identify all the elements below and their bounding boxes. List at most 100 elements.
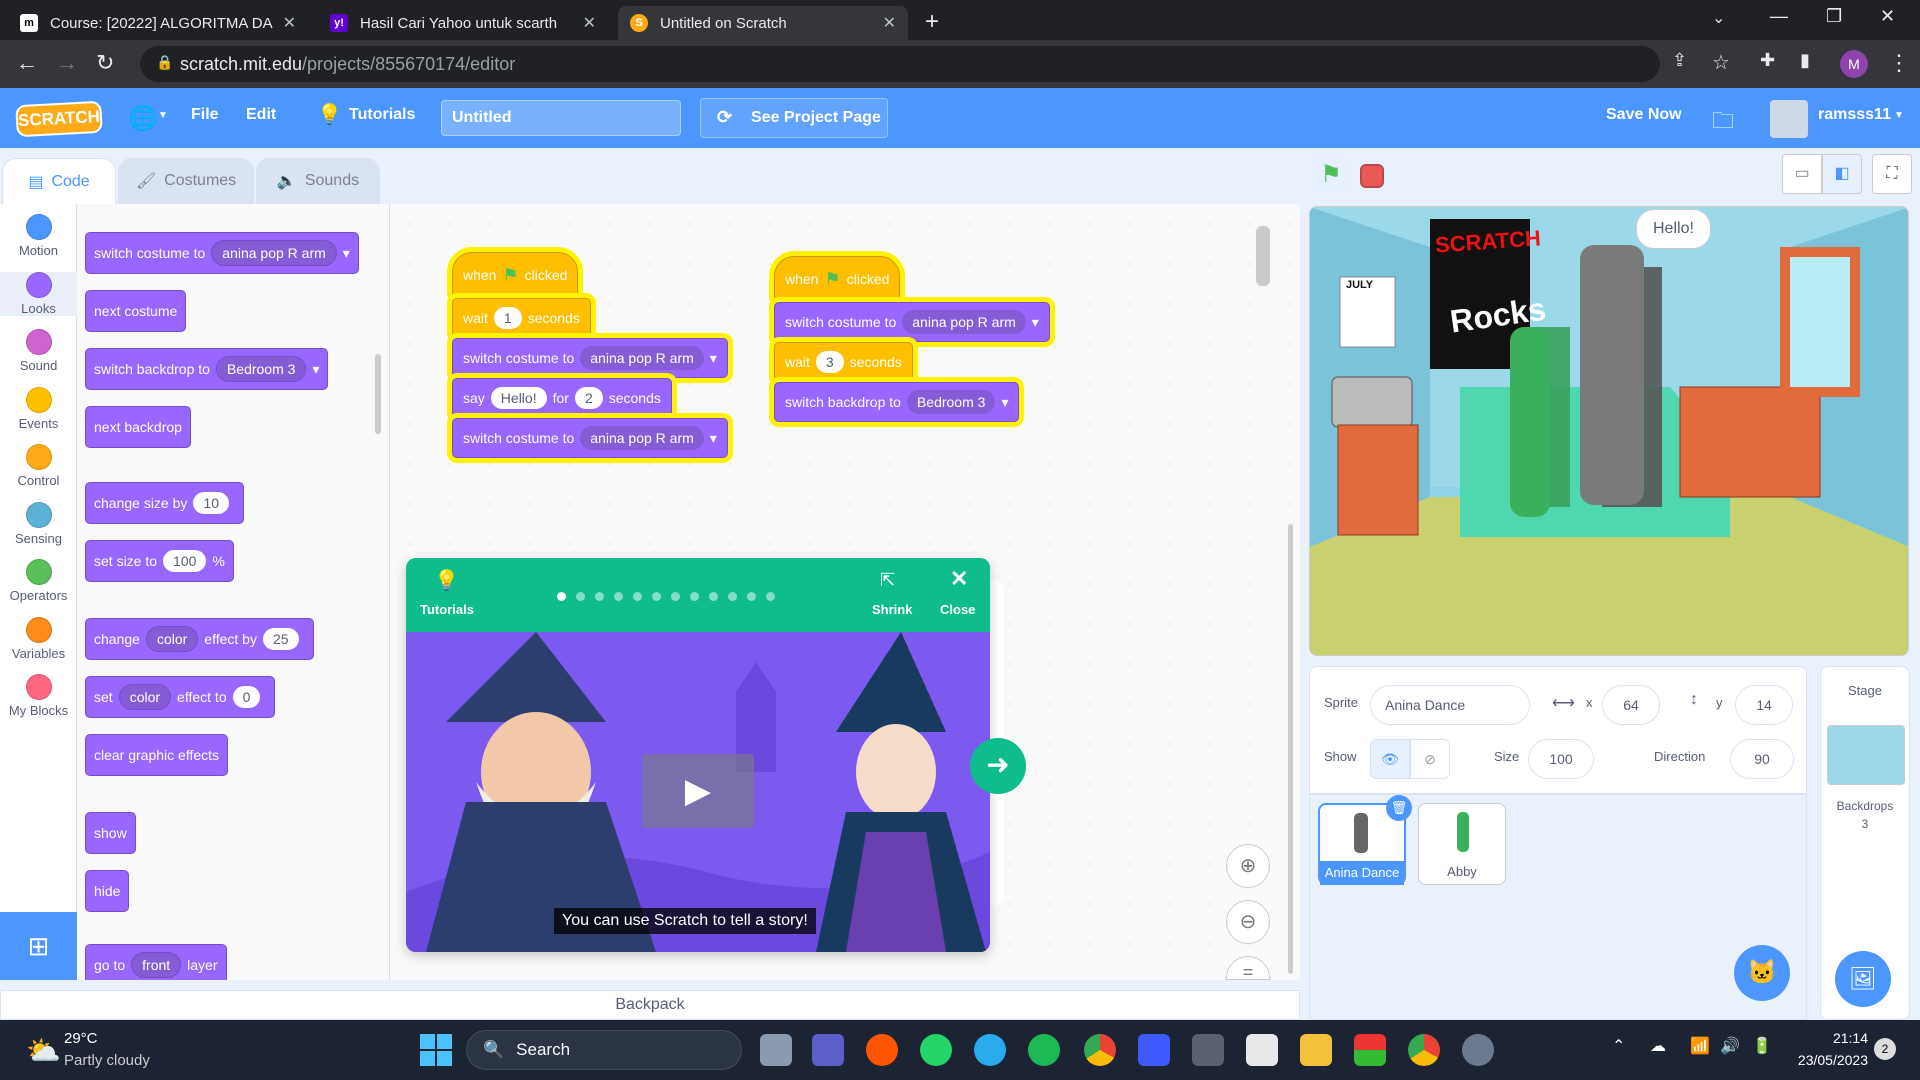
x-input[interactable]: 64 [1602, 685, 1660, 725]
task-view-icon[interactable] [760, 1034, 792, 1066]
zoom-out-button[interactable]: ⊖ [1226, 900, 1270, 944]
file-explorer-icon[interactable] [1300, 1034, 1332, 1066]
scratch-logo[interactable]: SCRATCH [15, 100, 103, 138]
username[interactable]: ramsss11 [1818, 106, 1891, 124]
weather-temp[interactable]: 29°C [64, 1030, 98, 1047]
effect-change-input[interactable]: 25 [262, 628, 299, 650]
app-icon[interactable] [1138, 1034, 1170, 1066]
effect-dropdown[interactable]: color [145, 626, 199, 652]
layer-dropdown[interactable]: front [131, 952, 182, 978]
say-secs-input[interactable]: 2 [574, 387, 603, 409]
file-menu[interactable]: File [191, 106, 219, 124]
clock-time[interactable]: 21:14 [1790, 1030, 1868, 1046]
progress-dot[interactable] [652, 592, 661, 601]
backdrop-dropdown[interactable]: Bedroom 3 [906, 390, 996, 414]
tab-sounds[interactable]: 🔈 Sounds [256, 158, 380, 204]
project-title-input[interactable]: Untitled [441, 100, 681, 136]
stop-button[interactable] [1360, 164, 1384, 188]
progress-dot[interactable] [671, 592, 680, 601]
block-wait[interactable]: wait 1 seconds [452, 298, 591, 338]
shrink-button[interactable]: Shrink [872, 602, 912, 617]
backdrop-dropdown[interactable]: Bedroom 3 [215, 356, 307, 382]
block-next-costume[interactable]: next costume [85, 290, 187, 332]
costume-dropdown[interactable]: anina pop R arm [580, 426, 704, 450]
progress-dot[interactable] [766, 592, 775, 601]
block-show[interactable]: show [85, 812, 136, 854]
see-project-page-button[interactable]: ⟳ See Project Page [700, 98, 888, 138]
y-input[interactable]: 14 [1735, 685, 1793, 725]
green-flag-button[interactable]: ⚑ [1312, 156, 1350, 194]
block-switch-backdrop[interactable]: switch backdrop to Bedroom 3 ▾ [774, 382, 1020, 422]
tutorial-next-button[interactable]: ➜ [970, 738, 1026, 794]
extensions-icon[interactable]: ✚ [1760, 50, 1775, 71]
category-looks[interactable]: Looks [0, 271, 77, 316]
block-set-effect[interactable]: set color effect to 0 [85, 676, 276, 718]
url-input[interactable]: 🔒 scratch.mit.edu/projects/855670174/edi… [140, 46, 1660, 82]
progress-dot[interactable] [576, 592, 585, 601]
language-globe-icon[interactable]: 🌐 [128, 104, 158, 133]
show-visible-button[interactable]: 👁 [1370, 739, 1410, 779]
choose-sprite-button[interactable]: 🐱 [1734, 945, 1790, 1001]
close-button[interactable]: Close [940, 602, 975, 617]
stage-selector[interactable]: Stage Backdrops 3 🖼 [1820, 666, 1910, 1020]
block-wait[interactable]: wait 3 seconds [774, 342, 913, 382]
progress-dot[interactable] [709, 592, 718, 601]
show-hidden-button[interactable]: ⊘ [1410, 739, 1450, 779]
sidepanel-icon[interactable]: ▮ [1800, 50, 1810, 71]
block-hide[interactable]: hide [85, 870, 130, 912]
sprite-name-input[interactable]: Anina Dance [1370, 685, 1530, 725]
progress-dot[interactable] [690, 592, 699, 601]
add-extension-button[interactable]: ⊞ [0, 912, 77, 980]
backpack-bar[interactable]: Backpack [0, 990, 1300, 1020]
large-stage-button[interactable]: ◧ [1822, 154, 1862, 194]
block-change-effect[interactable]: change color effect by 25 [85, 618, 314, 660]
tab-scratch[interactable]: S Untitled on Scratch ✕ [618, 6, 908, 40]
play-video-button[interactable]: ▶ [642, 754, 754, 828]
bookmark-star-icon[interactable]: ☆ [1712, 50, 1730, 75]
window-close-icon[interactable]: ✕ [1880, 6, 1895, 27]
tray-chevron-icon[interactable]: ⌃ [1612, 1036, 1625, 1056]
whatsapp-icon[interactable] [920, 1034, 952, 1066]
forward-icon[interactable]: → [56, 50, 78, 76]
back-icon[interactable]: ← [16, 50, 38, 76]
block-change-size[interactable]: change size by 10 [85, 482, 244, 524]
progress-dot[interactable] [633, 592, 642, 601]
tray-app-icon[interactable]: ☁ [1650, 1036, 1666, 1056]
telegram-icon[interactable] [974, 1034, 1006, 1066]
tab-search-icon[interactable]: ⌄ [1712, 8, 1725, 28]
size-change-input[interactable]: 10 [193, 492, 229, 514]
zoom-reset-button[interactable]: = [1226, 956, 1270, 982]
workspace-scrollbar[interactable] [1288, 524, 1293, 974]
teams-icon[interactable] [812, 1034, 844, 1066]
spotify-icon[interactable] [1028, 1034, 1060, 1066]
stage-canvas[interactable]: SCRATCH Rocks JULY Hello! [1309, 206, 1909, 656]
say-input[interactable]: Hello! [490, 387, 547, 409]
chrome-icon[interactable] [1084, 1034, 1116, 1066]
more-menu-icon[interactable]: ⋮ [1888, 50, 1910, 76]
sprite-anina-dance[interactable] [1580, 245, 1644, 505]
size-set-input[interactable]: 100 [163, 550, 207, 572]
block-switch-costume[interactable]: switch costume to anina pop R arm ▾ [85, 232, 359, 274]
chrome-profile-icon[interactable] [1408, 1034, 1440, 1066]
costume-dropdown[interactable]: anina pop R arm [211, 240, 337, 266]
wifi-icon[interactable]: 📶 [1690, 1036, 1710, 1056]
block-switch-backdrop[interactable]: switch backdrop to Bedroom 3 ▾ [85, 348, 329, 390]
edit-menu[interactable]: Edit [246, 106, 276, 124]
profile-avatar[interactable]: M [1840, 50, 1868, 78]
restore-icon[interactable]: ❐ [1826, 6, 1842, 27]
fullscreen-button[interactable]: ⛶ [1872, 154, 1912, 194]
choose-backdrop-button[interactable]: 🖼 [1835, 951, 1891, 1007]
costume-dropdown[interactable]: anina pop R arm [902, 310, 1026, 334]
zoom-in-button[interactable]: ⊕ [1226, 844, 1270, 888]
tab-course[interactable]: m Course: [20222] ALGORITMA DA ✕ [8, 6, 308, 40]
category-sensing[interactable]: Sensing [0, 501, 77, 546]
sprite-tile-anina[interactable]: Anina Dance 🗑 [1318, 795, 1412, 885]
store-icon[interactable] [1246, 1034, 1278, 1066]
direction-input[interactable]: 90 [1730, 739, 1794, 779]
settings-gear-icon[interactable] [1462, 1034, 1494, 1066]
block-say-for[interactable]: say Hello! for 2 seconds [452, 378, 672, 418]
sprite-abby[interactable] [1510, 327, 1550, 517]
category-sound[interactable]: Sound [0, 329, 77, 373]
app-icon[interactable] [1354, 1034, 1386, 1066]
close-icon[interactable]: ✕ [283, 13, 296, 33]
